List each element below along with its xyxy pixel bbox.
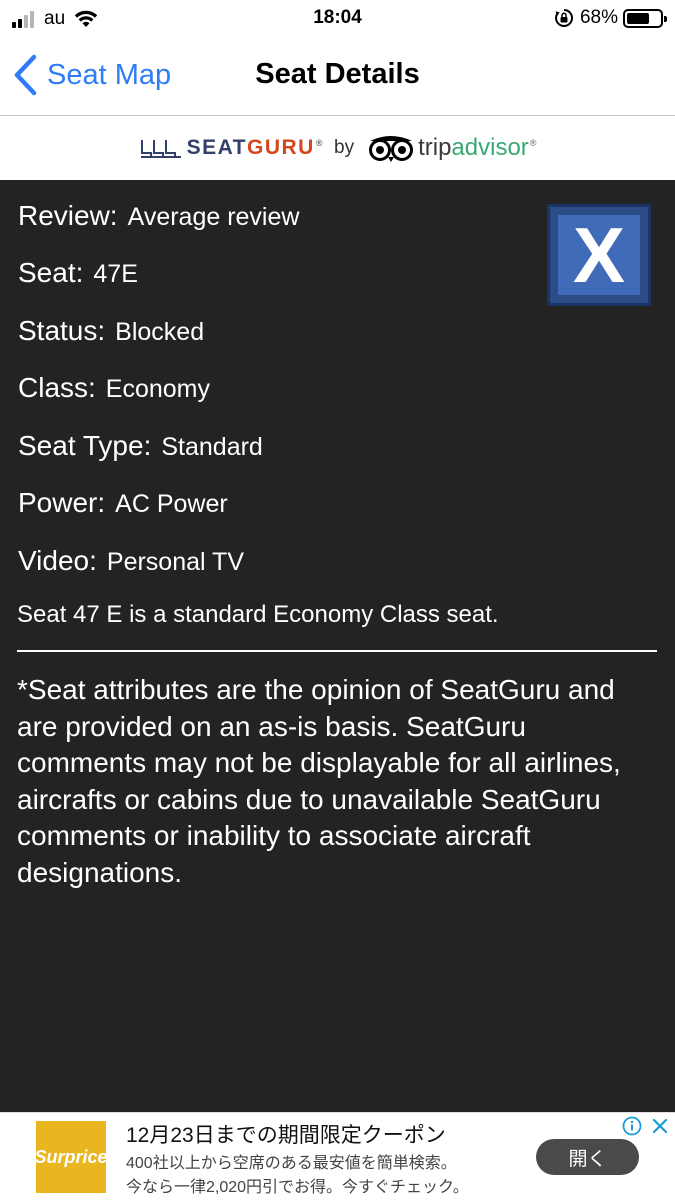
ad-text-line-1: 400社以上から空席のある最安値を簡単検索。 [126,1155,457,1172]
seat-row: Seat: 47E [18,257,138,297]
tripadvisor-owl-icon [369,136,414,162]
power-row: Power: AC Power [18,487,228,527]
status-bar: au 18:04 68% [0,0,675,38]
disclaimer-text: *Seat attributes are the opinion of Seat… [17,674,621,888]
tripadvisor-logo-text: tripadvisor® [418,134,537,161]
seat-value: 47E [93,260,138,288]
navigation-bar: Seat Map Seat Details [0,38,675,116]
power-label: Power: [18,487,106,518]
seatguru-logo-text: SEATGURU® [186,136,324,159]
power-value: AC Power [115,490,228,518]
status-row: Status: Blocked [18,315,204,355]
video-row: Video: Personal TV [18,545,244,585]
status-label: Status: [18,315,106,346]
class-label: Class: [18,372,96,403]
status-value: Blocked [115,318,205,346]
seat-description: Seat 47 E is a standard Economy Class se… [17,601,499,628]
review-value: Average review [127,203,300,231]
blocked-x-icon: X [558,215,640,295]
divider [17,650,657,652]
battery-icon [623,8,667,28]
video-label: Video: [18,545,97,576]
review-label: Review: [18,200,118,231]
ad-title[interactable]: 12月23日までの期間限定クーポン [126,1119,446,1149]
battery-percent: 68% [579,7,618,28]
ad-logo[interactable]: Surprice [34,1121,108,1193]
ad-banner[interactable]: Surprice 12月23日までの期間限定クーポン 400社以上から空席のある… [0,1112,675,1200]
battery-fill [627,12,649,24]
blocked-seat-badge: X [547,204,651,306]
by-label: by [334,137,355,158]
review-row: Review: Average review [18,200,299,240]
ad-open-button[interactable]: 開く [536,1139,639,1175]
seat-type-value: Standard [161,433,263,461]
ad-close-icon[interactable] [650,1116,670,1136]
ad-info-icon[interactable] [622,1116,642,1136]
seat-details-screen: au 18:04 68% Seat Map Seat Details SEATG… [0,0,675,1200]
status-right: 68% [554,7,667,29]
class-value: Economy [105,375,211,403]
video-value: Personal TV [106,548,244,576]
class-row: Class: Economy [18,372,210,412]
rotation-lock-icon [555,8,573,27]
seatguru-tripadvisor-banner: SEATGURU® by tripadvisor® [0,116,675,180]
seatguru-seats-logo-icon [140,140,181,158]
page-title: Seat Details [255,58,420,90]
ad-text-line-2: 今なら一律2,020円引でお得。今すぐチェック。 [126,1179,469,1196]
seat-details-panel: Review: Average review Seat: 47E Status:… [0,180,675,1112]
seat-type-row: Seat Type: Standard [18,430,263,470]
seat-type-label: Seat Type: [18,430,152,461]
seat-label: Seat: [18,257,84,288]
